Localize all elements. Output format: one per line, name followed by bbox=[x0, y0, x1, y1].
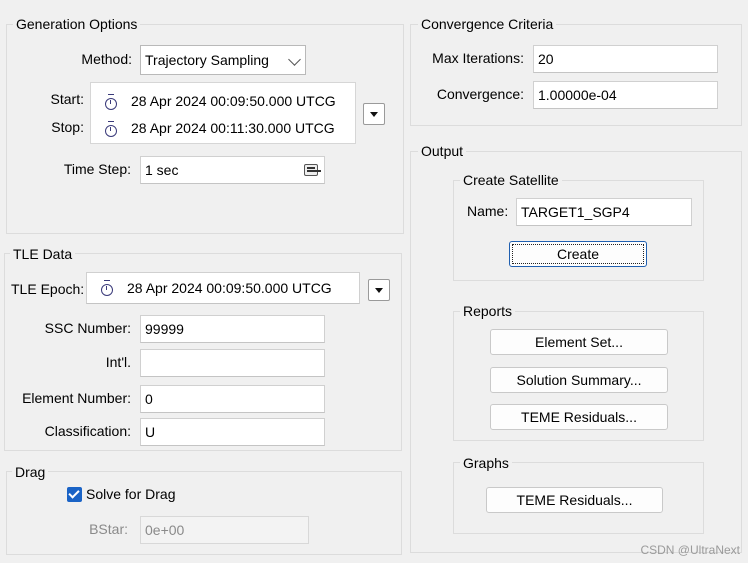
intl-field[interactable] bbox=[140, 349, 325, 377]
watermark: CSDN @UltraNext bbox=[640, 543, 740, 557]
method-label: Method: bbox=[81, 51, 132, 67]
bstar-field: 0e+00 bbox=[140, 516, 309, 544]
element-number-label: Element Number: bbox=[22, 390, 131, 406]
stopwatch-icon bbox=[105, 121, 117, 137]
tle-data-title: TLE Data bbox=[10, 245, 76, 263]
convergence-label: Convergence: bbox=[436, 86, 524, 102]
convergence-group bbox=[410, 24, 742, 126]
classification-field[interactable]: U bbox=[140, 418, 325, 446]
teme-residuals-graph-button[interactable]: TEME Residuals... bbox=[486, 487, 663, 513]
timestep-label: Time Step: bbox=[63, 161, 131, 177]
element-number-field[interactable]: 0 bbox=[140, 385, 325, 413]
max-iterations-label: Max Iterations: bbox=[432, 50, 524, 66]
create-satellite-button[interactable]: Create bbox=[509, 241, 647, 267]
element-set-button[interactable]: Element Set... bbox=[490, 329, 668, 355]
stop-value: 28 Apr 2024 00:11:30.000 UTCG bbox=[131, 120, 335, 136]
start-label: Start: bbox=[50, 91, 84, 107]
create-satellite-title: Create Satellite bbox=[460, 171, 562, 189]
start-stop-box: 28 Apr 2024 00:09:50.000 UTCG 28 Apr 202… bbox=[90, 82, 356, 144]
drag-title: Drag bbox=[12, 463, 49, 481]
output-title: Output bbox=[418, 142, 467, 160]
method-value: Trajectory Sampling bbox=[145, 52, 269, 68]
tle-epoch-dropdown-button[interactable] bbox=[368, 279, 390, 301]
satellite-name-field[interactable]: TARGET1_SGP4 bbox=[516, 198, 692, 226]
tle-epoch-field[interactable]: 28 Apr 2024 00:09:50.000 UTCG bbox=[86, 272, 360, 304]
graphs-title: Graphs bbox=[460, 454, 512, 472]
tle-epoch-value: 28 Apr 2024 00:09:50.000 UTCG bbox=[127, 280, 332, 296]
calculator-icon[interactable] bbox=[304, 164, 318, 176]
max-iterations-field[interactable]: 20 bbox=[533, 45, 718, 73]
bstar-label: BStar: bbox=[89, 521, 128, 537]
intl-label: Int'l. bbox=[105, 354, 131, 370]
tle-epoch-label: TLE Epoch: bbox=[11, 281, 85, 297]
method-select[interactable]: Trajectory Sampling bbox=[140, 45, 306, 75]
timestep-value: 1 sec bbox=[145, 162, 179, 178]
timestep-field[interactable]: 1 sec bbox=[140, 156, 325, 184]
stopwatch-icon bbox=[101, 280, 113, 296]
convergence-field[interactable]: 1.00000e-04 bbox=[533, 81, 718, 109]
stopwatch-icon bbox=[105, 94, 117, 110]
teme-residuals-report-button[interactable]: TEME Residuals... bbox=[490, 404, 668, 430]
stop-field[interactable]: 28 Apr 2024 00:11:30.000 UTCG bbox=[91, 114, 355, 142]
chevron-down-icon bbox=[288, 53, 301, 66]
generation-options-title: Generation Options bbox=[13, 15, 141, 33]
start-field[interactable]: 28 Apr 2024 00:09:50.000 UTCG bbox=[91, 87, 355, 115]
solve-for-drag-checkbox[interactable] bbox=[67, 487, 82, 502]
start-value: 28 Apr 2024 00:09:50.000 UTCG bbox=[131, 93, 336, 109]
classification-label: Classification: bbox=[44, 423, 131, 439]
solution-summary-button[interactable]: Solution Summary... bbox=[490, 367, 668, 393]
reports-title: Reports bbox=[460, 302, 516, 320]
satellite-name-label: Name: bbox=[467, 203, 509, 219]
start-stop-dropdown-button[interactable] bbox=[363, 103, 385, 125]
convergence-title: Convergence Criteria bbox=[418, 15, 557, 33]
stop-label: Stop: bbox=[51, 119, 84, 135]
solve-for-drag-label[interactable]: Solve for Drag bbox=[86, 484, 175, 504]
ssc-number-field[interactable]: 99999 bbox=[140, 315, 325, 343]
ssc-number-label: SSC Number: bbox=[44, 320, 131, 336]
